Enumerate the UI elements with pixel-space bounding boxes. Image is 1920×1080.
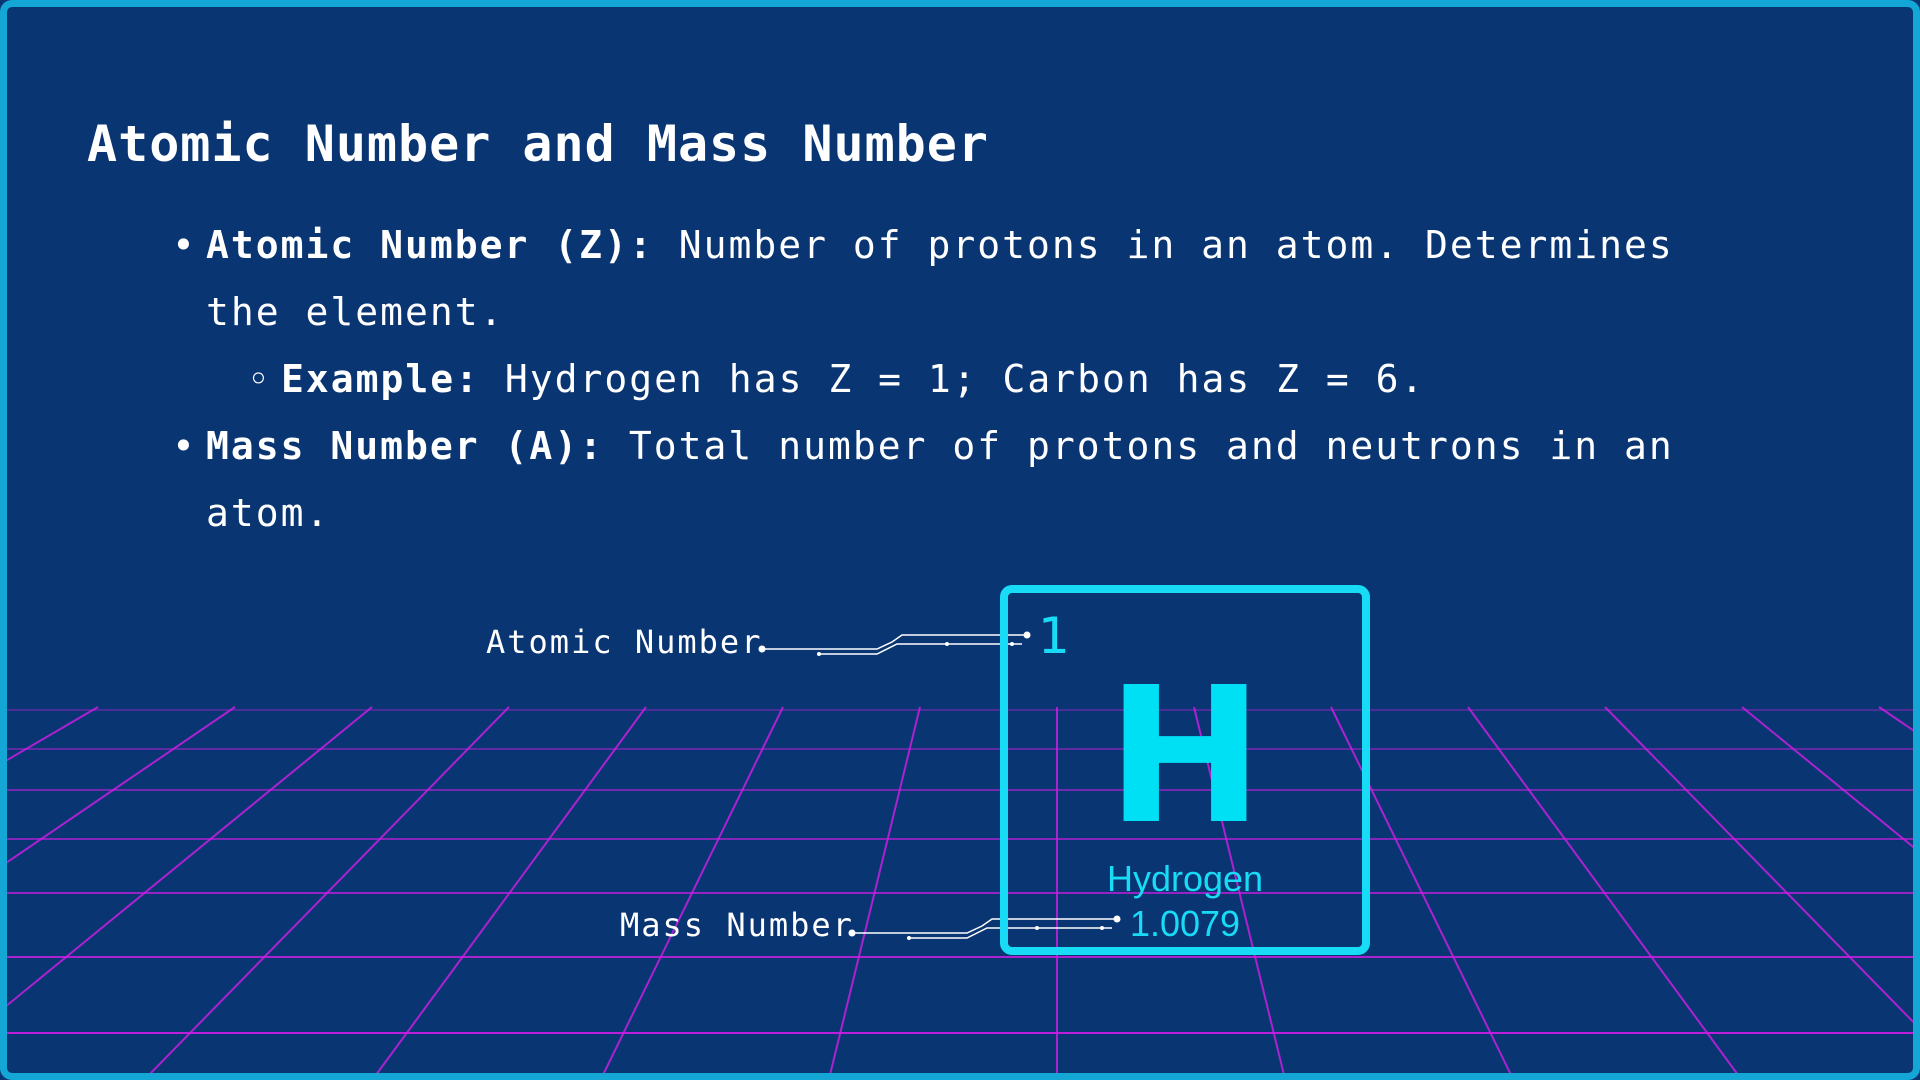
atomic-number-label: Atomic Number — [486, 623, 763, 661]
element-name: Hydrogen — [1106, 858, 1264, 899]
mass-number-label: Mass Number — [620, 906, 854, 944]
element-atomic-number: 1 — [1038, 607, 1070, 665]
element-tile-hydrogen: 1 H Hydrogen 1.0079 — [1000, 585, 1370, 955]
slide: Atomic Number and Mass Number • Atomic N… — [0, 0, 1920, 1080]
connector-dot — [907, 936, 911, 940]
connector-dot — [817, 652, 821, 656]
element-mass: 1.0079 — [1129, 903, 1241, 944]
atomic-number-connector — [762, 634, 1027, 650]
callout-connectors — [758, 631, 1121, 940]
connector-dot — [945, 642, 949, 646]
element-symbol: H — [1106, 647, 1264, 866]
